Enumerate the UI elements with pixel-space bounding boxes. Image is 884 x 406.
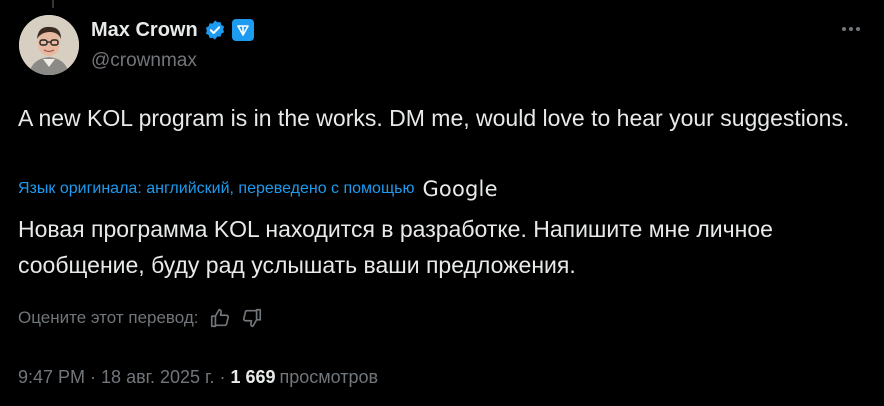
thread-connector-line (52, 0, 54, 8)
tweet-date[interactable]: 18 авг. 2025 г. (101, 367, 214, 388)
tweet-time[interactable]: 9:47 PM (18, 367, 85, 388)
views-count: 1 669 (230, 366, 276, 387)
thumbs-up-icon[interactable] (209, 307, 231, 329)
avatar-image (19, 15, 79, 75)
ton-badge-icon[interactable] (231, 19, 254, 41)
avatar[interactable] (19, 15, 79, 75)
more-icon (842, 27, 860, 31)
meta-separator: · (90, 366, 97, 387)
tweet-meta-row: 9:47 PM · 18 авг. 2025 г. · 1 669 просмо… (18, 364, 378, 390)
translated-tweet-text: Новая программа KOL находится в разработ… (18, 216, 773, 278)
rate-translation-label: Оцените этот перевод: (18, 308, 199, 327)
more-options-button[interactable] (836, 14, 866, 44)
views-label: просмотров (279, 366, 379, 387)
meta-separator: · (219, 366, 226, 387)
tweet-text: A new KOL program is in the works. DM me… (18, 105, 850, 131)
verified-badge-icon[interactable] (204, 19, 226, 41)
author-display-name[interactable]: Max Crown (91, 19, 198, 42)
author-name-row: Max Crown (91, 17, 254, 43)
thumbs-down-icon[interactable] (241, 307, 263, 329)
translation-note: Язык оригинала: английский, переведено с… (18, 176, 498, 202)
rate-translation-row: Оцените этот перевод: (18, 305, 263, 331)
translation-source-link[interactable]: Язык оригинала: английский, переведено с… (18, 180, 414, 198)
google-logo[interactable]: Google (422, 177, 497, 201)
author-handle[interactable]: @crownmax (91, 50, 197, 72)
